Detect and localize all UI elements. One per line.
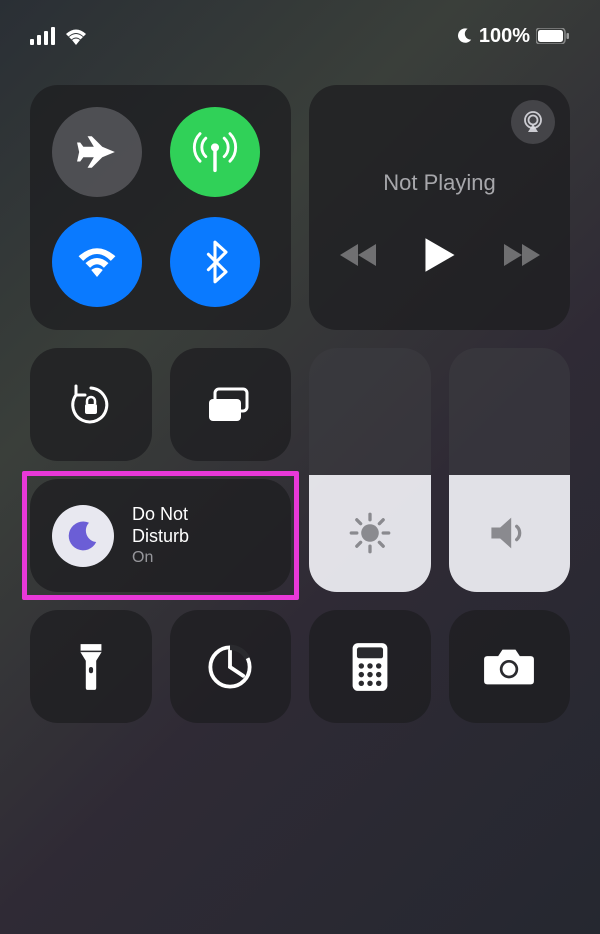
- calculator-button[interactable]: [309, 610, 431, 723]
- calculator-icon: [351, 642, 389, 692]
- battery-percentage: 100%: [479, 25, 530, 48]
- screen-mirroring-button[interactable]: [170, 348, 292, 461]
- do-not-disturb-toggle[interactable]: Do Not Disturb On: [30, 479, 291, 592]
- airplay-button[interactable]: [511, 100, 555, 144]
- timer-icon: [206, 643, 254, 691]
- camera-icon: [483, 647, 535, 687]
- previous-track-button[interactable]: [340, 242, 378, 268]
- volume-icon: [487, 514, 531, 552]
- play-button[interactable]: [423, 236, 457, 274]
- bluetooth-toggle[interactable]: [170, 217, 260, 307]
- camera-button[interactable]: [449, 610, 571, 723]
- screen-mirror-icon: [205, 385, 255, 425]
- airplay-icon: [521, 110, 545, 134]
- status-right: 100%: [455, 25, 570, 48]
- dnd-title-line1: Do Not: [132, 504, 189, 526]
- rotation-lock-toggle[interactable]: [30, 348, 152, 461]
- rotation-lock-icon: [66, 380, 116, 430]
- dnd-text: Do Not Disturb On: [132, 504, 189, 567]
- airplane-icon: [76, 131, 118, 173]
- dnd-status: On: [132, 549, 189, 567]
- airplane-mode-toggle[interactable]: [52, 107, 142, 197]
- dnd-title-line2: Disturb: [132, 526, 189, 548]
- moon-icon: [65, 518, 101, 554]
- flashlight-button[interactable]: [30, 610, 152, 723]
- wifi-toggle[interactable]: [52, 217, 142, 307]
- connectivity-module[interactable]: [30, 85, 291, 330]
- brightness-slider[interactable]: [309, 348, 431, 592]
- next-track-button[interactable]: [502, 242, 540, 268]
- timer-button[interactable]: [170, 610, 292, 723]
- media-controls: [329, 236, 550, 274]
- brightness-icon: [348, 511, 392, 555]
- status-bar: 100%: [0, 0, 600, 60]
- antenna-icon: [192, 129, 238, 175]
- moon-status-icon: [455, 27, 473, 45]
- wifi-toggle-icon: [74, 244, 120, 280]
- media-status: Not Playing: [329, 170, 550, 196]
- bluetooth-icon: [201, 240, 229, 284]
- status-left: [30, 27, 88, 45]
- dnd-icon-circle: [52, 505, 114, 567]
- cellular-data-toggle[interactable]: [170, 107, 260, 197]
- volume-slider[interactable]: [449, 348, 571, 592]
- cellular-signal-icon: [30, 27, 56, 45]
- battery-icon: [536, 28, 570, 44]
- flashlight-icon: [77, 642, 105, 692]
- wifi-icon: [64, 27, 88, 45]
- media-module[interactable]: Not Playing: [309, 85, 570, 330]
